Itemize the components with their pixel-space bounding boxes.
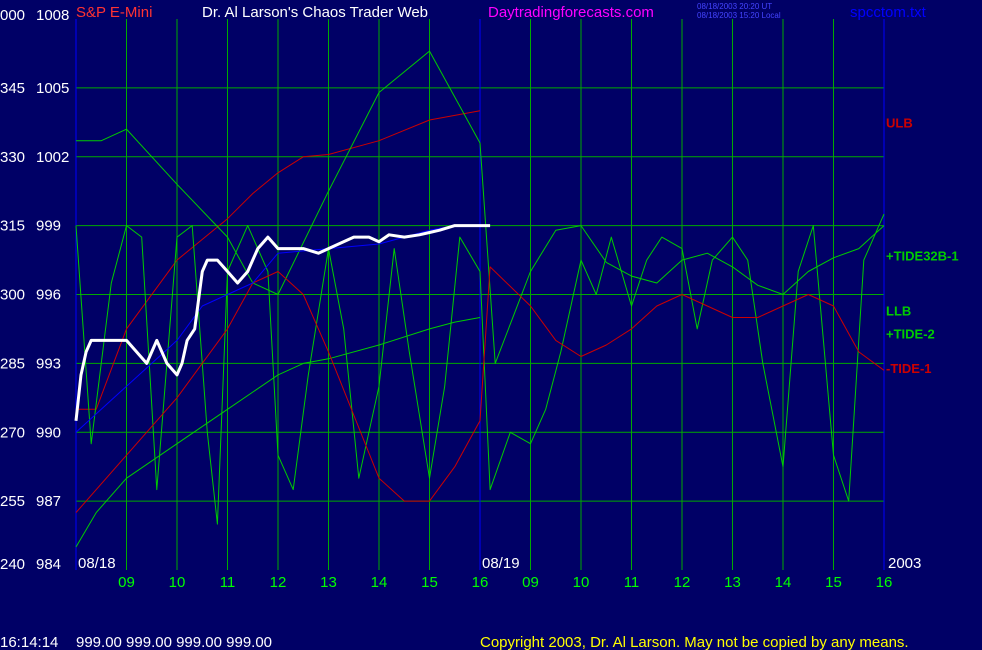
y-tick-angle: 330 xyxy=(0,149,25,166)
chart-canvas: 000 1008 345 1005 330 1002 315 999 300 996 285 993 2… xyxy=(0,0,982,650)
y-tick-angle: 315 xyxy=(0,218,25,235)
series-label: ULB xyxy=(886,115,913,130)
x-tick-label: 10 xyxy=(169,574,186,591)
y-tick-price: 990 xyxy=(36,424,61,441)
date-label: 08/18 xyxy=(78,555,116,572)
series-label: LLB xyxy=(886,304,911,319)
y-tick-angle: 240 xyxy=(0,556,25,573)
x-tick-label: 09 xyxy=(118,574,135,591)
y-tick-angle: 300 xyxy=(0,287,25,304)
copyright: Copyright 2003, Dr. Al Larson. May not b… xyxy=(480,634,909,650)
date-label: 2003 xyxy=(888,555,921,572)
local-timestamp: 08/18/2003 15:20 Local xyxy=(697,11,781,20)
y-tick-angle: 345 xyxy=(0,80,25,97)
y-tick-price: 984 xyxy=(36,556,61,573)
x-tick-label: 15 xyxy=(825,574,842,591)
x-tick-label: 09 xyxy=(522,574,539,591)
y-tick-angle: 270 xyxy=(0,424,25,441)
x-tick-label: 15 xyxy=(421,574,438,591)
series-label: +TIDE32B-1 xyxy=(886,248,959,263)
x-tick-label: 10 xyxy=(573,574,590,591)
y-tick-angle: 000 xyxy=(0,7,25,24)
y-tick-angle: 285 xyxy=(0,355,25,372)
x-tick-label: 14 xyxy=(775,574,792,591)
x-tick-label: 16 xyxy=(876,574,893,591)
x-tick-label: 13 xyxy=(320,574,337,591)
date-label: 08/19 xyxy=(482,555,520,572)
x-tick-label: 13 xyxy=(724,574,741,591)
x-tick-label: 11 xyxy=(624,574,640,591)
x-tick-label: 12 xyxy=(674,574,691,591)
y-tick-angle: 255 xyxy=(0,493,25,510)
x-tick-label: 16 xyxy=(472,574,489,591)
y-tick-price: 987 xyxy=(36,493,61,510)
x-tick-label: 14 xyxy=(371,574,388,591)
y-tick-price: 996 xyxy=(36,287,61,304)
x-tick-label: 11 xyxy=(220,574,236,591)
y-tick-price: 1008 xyxy=(36,7,69,24)
footer-quote: 999.00 999.00 999.00 999.00 xyxy=(76,634,272,650)
y-tick-price: 1002 xyxy=(36,149,69,166)
footer-time: 16:14:14 xyxy=(0,634,58,650)
filename: spcctom.txt xyxy=(850,4,927,21)
y-tick-price: 999 xyxy=(36,218,61,235)
utc-timestamp: 08/18/2003 20:20 UT xyxy=(697,2,772,11)
site-link[interactable]: Daytradingforecasts.com xyxy=(488,4,654,21)
y-tick-price: 993 xyxy=(36,355,61,372)
x-tick-label: 12 xyxy=(270,574,287,591)
series-label: -TIDE-1 xyxy=(886,361,932,376)
app-title: Dr. Al Larson's Chaos Trader Web xyxy=(202,4,428,21)
y-tick-price: 1005 xyxy=(36,80,69,97)
series-label: +TIDE-2 xyxy=(886,327,935,342)
symbol-title: S&P E-Mini xyxy=(76,4,152,21)
